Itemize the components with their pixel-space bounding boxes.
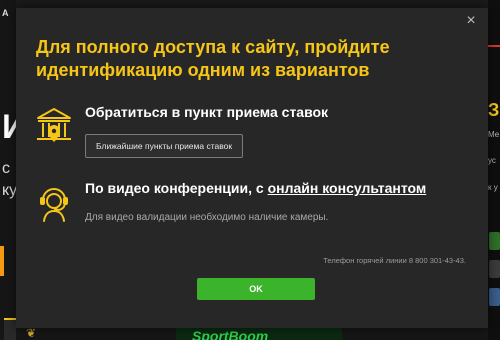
background-left-strip: A И с ку	[0, 0, 26, 340]
online-consultant-link[interactable]: онлайн консультантом	[268, 180, 427, 196]
background-text-fragment: ус	[488, 156, 496, 165]
background-red-line	[488, 45, 500, 47]
close-icon[interactable]: ×	[464, 13, 478, 29]
background-thumbnail	[489, 288, 500, 306]
option-video-title-text: По видео конференции, с	[85, 180, 268, 196]
background-text-fragment: к у	[488, 183, 498, 192]
background-text-fragment: с	[2, 160, 10, 177]
background-text-fragment: З	[488, 100, 500, 120]
bank-building-location-icon	[37, 108, 71, 142]
page: A И с ку З Ме ус к у ❦ SportBoom × Для п…	[0, 0, 500, 340]
nearest-offices-button[interactable]: Ближайшие пункты приема ставок	[85, 134, 244, 158]
option-video-subtitle: Для видео валидации необходимо наличие к…	[85, 212, 329, 223]
identification-modal: × Для полного доступа к сайту, пройдите …	[16, 8, 488, 328]
background-text-fragment: Ме	[488, 130, 500, 139]
background-right-strip: З Ме ус к у	[488, 0, 500, 340]
background-orange-bar	[0, 246, 4, 276]
hotline-text: Телефон горячей линии 8 800 301-43-43.	[323, 256, 466, 265]
ok-button[interactable]: OK	[197, 278, 315, 300]
background-badge	[4, 318, 16, 340]
headset-operator-icon	[40, 188, 68, 222]
background-brand-banner: SportBoom	[176, 328, 342, 340]
background-bottom-strip: ❦ SportBoom	[16, 326, 488, 340]
background-thumbnail	[489, 232, 500, 250]
modal-title: Для полного доступа к сайту, пройдите ид…	[36, 37, 390, 80]
background-text-fragment: ку	[2, 182, 18, 199]
option-office-title: Обратиться в пункт приема ставок	[85, 104, 329, 120]
option-video-title: По видео конференции, с онлайн консульта…	[85, 180, 475, 196]
background-thumbnail	[489, 260, 500, 278]
background-text-fragment: A	[2, 8, 9, 18]
laurel-icon: ❦	[26, 326, 37, 340]
